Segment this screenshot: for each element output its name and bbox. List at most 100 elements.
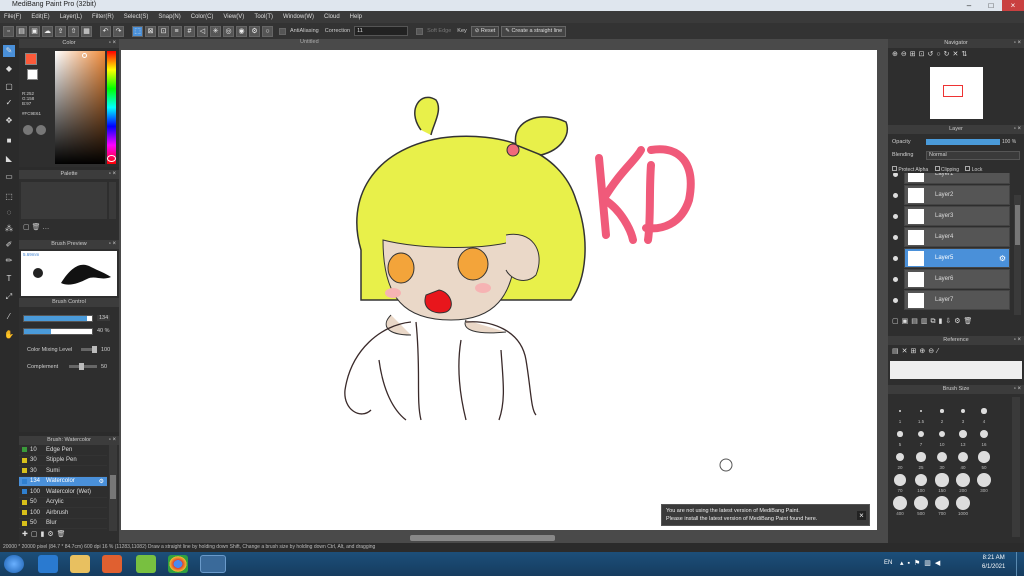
brush-size-preset[interactable] <box>938 430 946 438</box>
eye-icon[interactable] <box>893 173 898 177</box>
clipping-checkbox[interactable] <box>934 166 940 171</box>
menu-item[interactable]: Help <box>350 14 362 20</box>
brush-size-preset[interactable] <box>895 452 905 462</box>
brush-size-preset[interactable] <box>935 473 949 487</box>
panel-menu-icon[interactable]: ▫ × <box>109 436 116 445</box>
palette-more-icon[interactable]: … <box>42 224 49 231</box>
panel-menu-icon[interactable]: ▫ × <box>1014 336 1021 345</box>
brush-size-preset[interactable] <box>956 496 970 510</box>
foreground-color-swatch[interactable] <box>25 53 37 65</box>
eyedropper-tool-icon[interactable]: ⁄ <box>3 311 15 323</box>
background-color-swatch[interactable] <box>27 69 38 80</box>
chrome-icon[interactable] <box>168 555 188 573</box>
brush-opacity-slider[interactable] <box>23 328 93 335</box>
new-1bit-layer-icon[interactable]: ▥ <box>921 318 931 325</box>
brush-size-preset[interactable] <box>914 496 928 510</box>
snap-parallel-icon[interactable]: ≡ <box>171 25 182 37</box>
brush-size-preset[interactable] <box>916 452 926 462</box>
panel-menu-icon[interactable]: ▫ × <box>109 170 116 179</box>
zoom-out-icon[interactable]: ⊖ <box>901 51 910 58</box>
brush-size-preset[interactable] <box>897 431 903 437</box>
reset-view-icon[interactable]: ○ <box>936 51 943 58</box>
maximize-icon[interactable]: □ <box>980 0 1002 11</box>
lasso-tool-icon[interactable]: ◌ <box>3 207 15 219</box>
eye-icon[interactable] <box>893 277 898 282</box>
brush-size-slider[interactable] <box>23 315 93 322</box>
palette-scrollbar[interactable] <box>109 182 116 219</box>
snap-perspective-icon[interactable]: ◁ <box>197 25 208 37</box>
invert-selection-icon[interactable]: ⊡ <box>158 25 169 37</box>
grid-icon[interactable]: ▦ <box>81 25 92 37</box>
fit-icon[interactable]: ⊞ <box>910 51 919 58</box>
bucket-tool-icon[interactable]: ◣ <box>3 153 15 165</box>
magic-wand-tool-icon[interactable]: ⁂ <box>3 223 15 235</box>
snap-off-icon[interactable]: ○ <box>262 25 273 37</box>
eye-icon[interactable] <box>893 235 898 240</box>
layer-row[interactable]: Layer2 <box>893 185 1010 205</box>
delete-color-icon[interactable]: 🗑 <box>32 224 43 231</box>
panel-menu-icon[interactable]: ▫ × <box>109 39 116 48</box>
eye-icon[interactable] <box>893 256 898 261</box>
deselect-icon[interactable]: ⊠ <box>145 25 156 37</box>
clock[interactable]: 8:21 AM 6/1/2021 <box>982 554 1005 572</box>
new-file-icon[interactable]: ▫ <box>3 25 14 37</box>
brush-size-preset[interactable] <box>899 410 901 412</box>
menu-item[interactable]: Snap(N) <box>158 14 180 20</box>
brush-list-item[interactable]: 100 Watercolor (Wet) <box>19 487 107 498</box>
minimize-icon[interactable]: – <box>958 0 980 11</box>
notice-close-icon[interactable]: × <box>857 511 866 520</box>
brush-list-item[interactable]: 10 Edge Pen <box>19 445 107 456</box>
zoom-100-icon[interactable]: ⊡ <box>919 51 928 58</box>
select-tool-icon[interactable]: ⬚ <box>132 25 143 37</box>
check-tool-icon[interactable]: ✓ <box>3 97 15 109</box>
snap-curve-icon[interactable]: ◉ <box>236 25 247 37</box>
brush-size-preset[interactable] <box>960 408 966 414</box>
color-picker-icon[interactable] <box>36 125 46 135</box>
dot-tool-icon[interactable]: ▢ <box>3 81 15 93</box>
soft-edge-checkbox[interactable] <box>416 27 424 35</box>
layer-row[interactable]: Layer7 <box>893 290 1010 310</box>
layer-opacity-slider[interactable] <box>926 139 1000 145</box>
blending-select[interactable]: Normal <box>926 151 1020 160</box>
update-notice[interactable]: You are not using the latest version of … <box>661 504 870 526</box>
brush-size-preset[interactable] <box>935 496 949 510</box>
layer-row[interactable]: Layer4 <box>893 227 1010 247</box>
eye-icon[interactable] <box>893 193 898 198</box>
menu-item[interactable]: Cloud <box>324 14 340 20</box>
brush-size-preset[interactable] <box>957 451 969 463</box>
save-icon[interactable]: ▣ <box>29 25 40 37</box>
brush-size-preset[interactable] <box>893 496 907 510</box>
brush-size-value[interactable]: 134 <box>97 315 111 321</box>
protect-alpha-checkbox[interactable] <box>892 166 897 171</box>
layer-row[interactable]: Layer5 ⚙ <box>893 248 1010 268</box>
brush-list-item[interactable]: 30 Sumi <box>19 466 107 477</box>
brush-size-preset[interactable] <box>956 473 970 487</box>
volume-icon[interactable]: ◀ <box>935 560 944 567</box>
gradient-tool-icon[interactable]: ▭ <box>3 171 15 183</box>
select-rect-tool-icon[interactable]: ⬚ <box>3 191 15 203</box>
eye-icon[interactable] <box>893 298 898 303</box>
duplicate-layer-icon[interactable]: ⧉ <box>931 318 939 325</box>
menu-item[interactable]: Edit(E) <box>31 14 49 20</box>
zoom-in-icon[interactable]: ⊕ <box>892 51 901 58</box>
menu-item[interactable]: Select(S) <box>124 14 149 20</box>
divide-tool-icon[interactable]: ⤢ <box>3 291 15 303</box>
export-icon[interactable]: ⇪ <box>55 25 66 37</box>
color-picker-cursor[interactable] <box>82 53 87 58</box>
menu-item[interactable]: Color(C) <box>191 14 214 20</box>
panel-menu-icon[interactable]: ▫ × <box>109 240 116 249</box>
file-explorer-icon[interactable] <box>70 555 90 573</box>
open-file-icon[interactable]: ▤ <box>16 25 27 37</box>
color-mode-icon[interactable] <box>23 125 33 135</box>
canvas-horizontal-scrollbar[interactable] <box>410 535 555 541</box>
brush-size-preset[interactable] <box>894 474 906 486</box>
eye-icon[interactable] <box>893 214 898 219</box>
show-desktop-button[interactable] <box>1016 552 1024 576</box>
layer-row[interactable]: Layer1 <box>893 173 1010 184</box>
add-brush-icon[interactable]: ✚ <box>22 531 31 538</box>
new-halftone-layer-icon[interactable]: ▣ <box>902 318 912 325</box>
brush-size-preset[interactable] <box>977 473 991 487</box>
app-icon[interactable] <box>136 555 156 573</box>
reference-close-icon[interactable]: ✕ <box>902 348 911 355</box>
reset-button[interactable]: ⊘ Reset <box>470 25 500 37</box>
